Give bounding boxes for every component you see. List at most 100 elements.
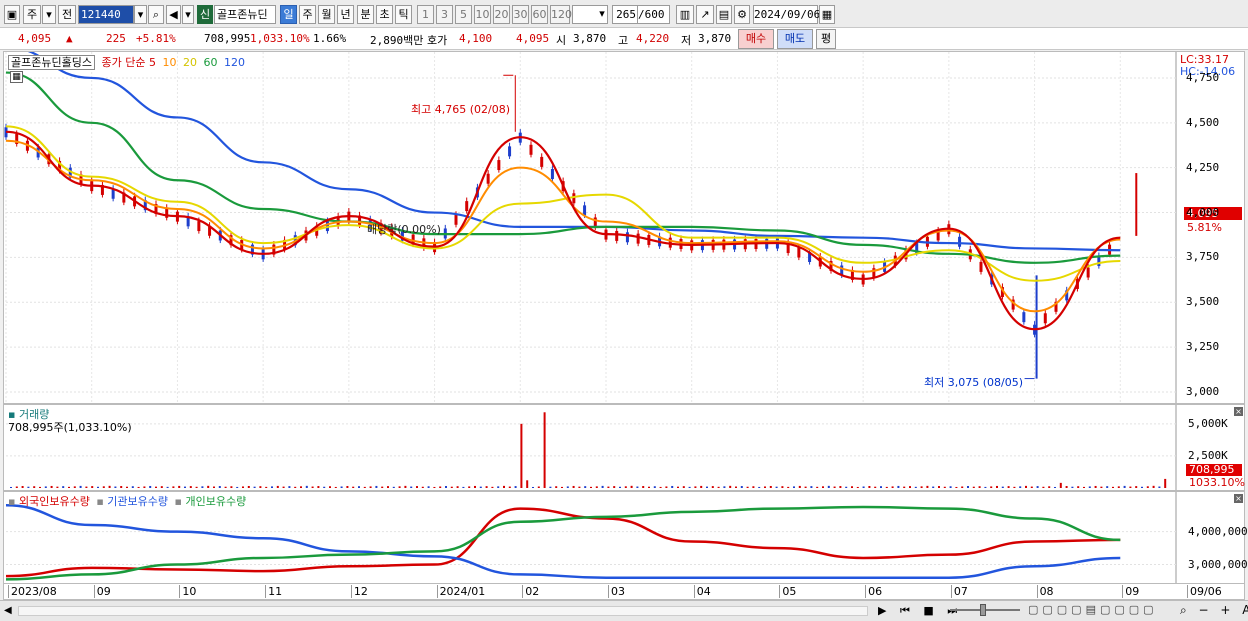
drawing-tool-icon[interactable]: ↗ [696,5,714,24]
volume-bar [445,486,447,488]
volume-bar [73,486,76,488]
speaker-icon[interactable]: ◀ [166,5,181,24]
volume-bar [1146,486,1149,488]
interval-120-button[interactable]: 120 [550,5,572,24]
stock-label[interactable]: 골프존뉴딘홀딩스 [8,55,95,70]
candle-body [1043,313,1047,324]
volume-bar [334,486,337,488]
window-menu-icon[interactable]: ▣ [4,5,20,24]
x-axis: 2023/08 09 10 11 12 2024/01 02 03 04 05 06 07 08 09 09… [3,584,1245,600]
gear-icon[interactable]: ⚙ [734,5,750,24]
playback-controls[interactable]: ▶ ⏮ ■ ⏭ [878,604,962,618]
tab-period-month[interactable]: 월 [318,5,335,24]
volume-bar [729,485,732,488]
holdings-line-1 [5,504,1121,579]
volume-bar [566,486,569,488]
price-chart-svg[interactable] [4,52,1244,403]
scroll-left-icon[interactable]: ◀ [4,604,16,618]
ma-indicator-prefix[interactable]: 종가 단순 [101,56,145,69]
tab-period-day[interactable]: 일 [280,5,297,24]
tab-period-second[interactable]: 초 [376,5,393,24]
view-tools[interactable]: ▢▢▢▢▤▢▢▢▢ [1028,603,1158,616]
interval-5-button[interactable]: 5 [455,5,472,24]
volume-bar [880,486,882,488]
low-price: 3,870 [698,32,732,45]
quote-bar: 4,095 ▲ 225 +5.81% 708,995 1,033.10% 1.6… [0,28,1248,50]
chart-type-icon[interactable]: ▥ [676,5,694,24]
volume-bar [10,486,12,488]
volume-bar [230,486,233,488]
volume-bar [700,485,703,488]
interval-1-button[interactable]: 1 [417,5,434,24]
search-icon[interactable]: ⌕ [148,5,164,24]
table-icon[interactable]: ▦ [10,71,23,83]
volume-bar [543,412,546,488]
current-price: 4,095 [18,32,52,45]
interval-3-button[interactable]: 3 [436,5,453,24]
chevron-down-icon[interactable]: ▾ [42,5,56,24]
sell-button[interactable]: 매도 [777,29,813,49]
volume-bar [595,486,598,488]
volume-bar [810,486,813,488]
tab-period-minute[interactable]: 분 [357,5,374,24]
interval-10-button[interactable]: 10 [474,5,491,24]
volume-bar [897,485,900,488]
stock-code-input[interactable]: 121440 [78,5,134,24]
volume-bar [288,486,291,488]
code-dropdown-icon[interactable]: ▾ [134,5,147,24]
x-axis-label: 07 [950,585,968,598]
volume-bar [485,486,488,488]
volume-bar [1141,486,1143,488]
date-input[interactable]: 2024/09/06 [753,5,820,24]
interval-60-button[interactable]: 60 [531,5,548,24]
tab-period-week[interactable]: 주 [299,5,316,24]
zoom-controls[interactable]: ⌕ − + A [1180,603,1248,618]
calendar-icon[interactable]: ▦ [819,5,835,24]
holdings-pane[interactable]: ▪ 외국인보유수량 ▪ 기관보유수량 ▪ 개인보유수량 × 4,000,000 3… [3,491,1248,584]
volume-bar [247,485,250,488]
candle-body [465,201,469,212]
save-icon[interactable]: ▤ [716,5,732,24]
close-icon[interactable]: × [1234,494,1243,503]
interval-20-button[interactable]: 20 [493,5,510,24]
tab-period-tick[interactable]: 틱 [395,5,412,24]
volume-bar [224,486,227,488]
bar-count-input[interactable]: 265 [612,5,638,24]
volume-bar [33,486,36,488]
price-chart-pane[interactable]: 골프존뉴딘홀딩스 종가 단순 5 10 20 60 120 ▦ LC:33.17… [3,51,1245,404]
volume-bar [450,486,453,488]
volume-bar [178,485,181,488]
buy-button[interactable]: 매수 [738,29,774,49]
close-icon[interactable]: × [1234,407,1243,416]
volume-pane[interactable]: ▪ 거래량 708,995주(1,033.10%) × 708,995 1033… [3,404,1245,491]
volume-chart-svg[interactable] [4,405,1244,490]
stock-name-field[interactable]: 골프존뉴딘 [214,5,276,24]
speaker-dropdown-icon[interactable]: ▾ [182,5,194,24]
price-y-tick: 3,750 [1186,250,1220,264]
tab-period-year[interactable]: 년 [337,5,354,24]
evaluation-button[interactable]: 평 [816,29,836,49]
interval-30-button[interactable]: 30 [512,5,529,24]
volume-bar [44,486,47,488]
volume-bar [456,486,459,488]
candle-body [979,261,983,272]
ask-price: 4,100 [459,32,493,45]
volume-bar [561,486,563,488]
prev-button[interactable]: 전 [58,5,76,24]
volume-bar [329,486,331,488]
scrollbar-track[interactable] [18,606,868,616]
price-y-tick: 3,250 [1186,340,1220,354]
zoom-slider-handle[interactable] [980,604,986,616]
volume-bar [972,486,975,488]
volume-bar [259,486,262,488]
volume-bar [491,486,494,488]
ma5-label: 5 [148,56,156,69]
volume-bar [1117,486,1120,488]
period-mode-select[interactable]: 주 [23,5,41,24]
volume-bar [189,486,192,488]
volume-bar [584,486,587,488]
high-annotation: 최고 4,765 (02/08) [411,103,511,116]
x-axis-label: 2024/01 [436,585,485,598]
volume-bar [613,486,616,488]
interval-dropdown-icon[interactable]: ▾ [596,5,608,24]
